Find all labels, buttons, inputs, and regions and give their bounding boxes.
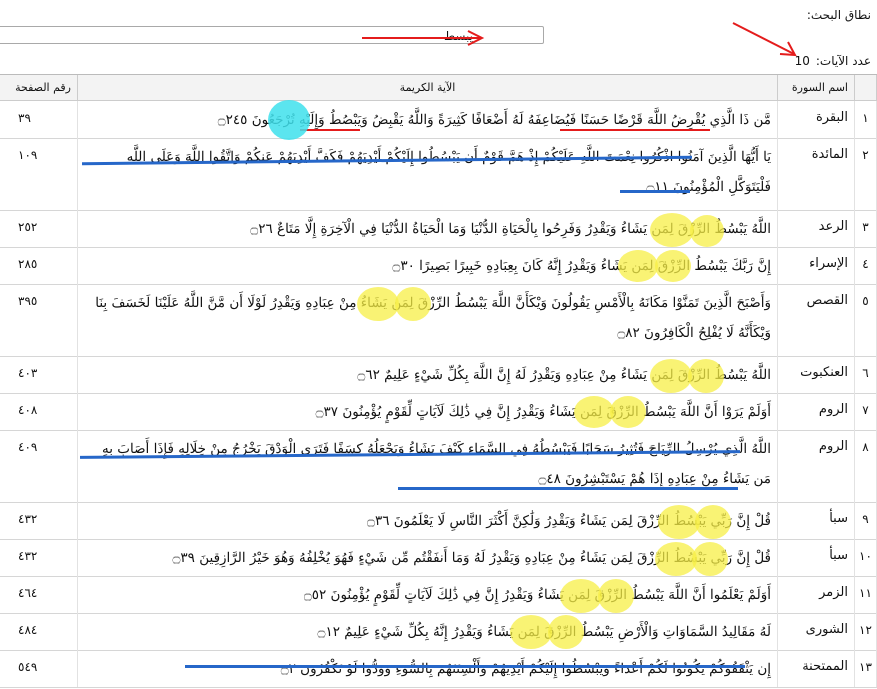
header-page[interactable]: رقم الصفحة [0, 75, 78, 101]
page-number: ٥٤٩ [0, 650, 78, 687]
page-number: ٤٠٨ [0, 393, 78, 430]
verse-text: أَوَلَمْ يَعْلَمُوا أَنَّ اللَّهَ يَبْسُ… [78, 576, 778, 613]
page-number: ٣٩ [0, 101, 78, 138]
sura-name: العنكبوت [778, 356, 855, 393]
row-index: ١ [855, 101, 877, 138]
table-row[interactable]: ١٢ الشورى لَهُ مَقَالِيدُ السَّمَاوَاتِ … [0, 613, 877, 651]
table-row[interactable]: ٥ القصص وَأَصْبَحَ الَّذِينَ تَمَنَّوْا … [0, 284, 877, 357]
verse-text: أَوَلَمْ يَرَوْا أَنَّ اللَّهَ يَبْسُطُ … [78, 393, 778, 430]
sura-name: الرعد [778, 210, 855, 247]
sura-name: الروم [778, 430, 855, 502]
page-number: ٢٥٢ [0, 210, 78, 247]
sura-name: الممتحنة [778, 650, 855, 687]
verse-text: يَا أَيُّهَا الَّذِينَ آمَنُوا اذْكُرُوا… [78, 138, 778, 210]
red-arrow-to-count [732, 22, 797, 57]
table-row[interactable]: ٤ الإسراء إِنَّ رَبَّكَ يَبْسُطُ الرِّزْ… [0, 247, 877, 285]
row-index: ٤ [855, 247, 877, 284]
search-input[interactable]: يبسط [0, 26, 544, 44]
page-number: ٤٠٩ [0, 430, 78, 502]
table-row[interactable]: ١١ الزمر أَوَلَمْ يَعْلَمُوا أَنَّ اللَّ… [0, 576, 877, 614]
table-row[interactable]: ٨ الروم اللَّهُ الَّذِي يُرْسِلُ الرِّيَ… [0, 430, 877, 503]
table-row[interactable]: ١٠ سبأ قُلْ إِنَّ رَبِّي يَبْسُطُ الرِّز… [0, 539, 877, 577]
page-number: ٤٣٢ [0, 539, 78, 576]
verse-count-value: 10 [794, 54, 810, 68]
row-index: ٢ [855, 138, 877, 210]
verse-count: عدد الآيات: 10 [795, 54, 871, 68]
row-index: ١٢ [855, 613, 877, 650]
sura-name: سبأ [778, 539, 855, 576]
verse-text: قُلْ إِنَّ رَبِّي يَبْسُطُ الرِّزْقَ لِم… [78, 539, 778, 576]
verse-text: اللَّهُ يَبْسُطُ الرِّزْقَ لِمَن يَشَاءُ… [78, 356, 778, 393]
table-row[interactable]: ٧ الروم أَوَلَمْ يَرَوْا أَنَّ اللَّهَ ي… [0, 393, 877, 431]
header-verse[interactable]: الآية الكريمة [78, 75, 778, 101]
table-row[interactable]: ١٣ الممتحنة إِن يَثْقَفُوكُمْ يَكُونُوا … [0, 650, 877, 688]
row-index: ٩ [855, 502, 877, 539]
sura-name: الشورى [778, 613, 855, 650]
row-index: ٧ [855, 393, 877, 430]
sura-name: الزمر [778, 576, 855, 613]
search-scope-label: نطاق البحث: [806, 8, 871, 22]
verse-text: مَّن ذَا الَّذِي يُقْرِضُ اللَّهَ قَرْضً… [78, 101, 778, 138]
row-index: ٥ [855, 284, 877, 356]
table-row[interactable]: ٩ سبأ قُلْ إِنَّ رَبِّي يَبْسُطُ الرِّزْ… [0, 502, 877, 540]
sura-name: البقرة [778, 101, 855, 138]
table-row[interactable]: ٦ العنكبوت اللَّهُ يَبْسُطُ الرِّزْقَ لِ… [0, 356, 877, 394]
verse-text: وَأَصْبَحَ الَّذِينَ تَمَنَّوْا مَكَانَه… [78, 284, 778, 356]
header-index[interactable] [855, 75, 877, 101]
sura-name: القصص [778, 284, 855, 356]
verse-text: قُلْ إِنَّ رَبِّي يَبْسُطُ الرِّزْقَ لِم… [78, 502, 778, 539]
page-number: ٣٩٥ [0, 284, 78, 356]
row-index: ١٠ [855, 539, 877, 576]
page-number: ١٠٩ [0, 138, 78, 210]
search-panel: نطاق البحث: يبسط عدد الآيات: 10 [0, 0, 877, 74]
verse-text: إِن يَثْقَفُوكُمْ يَكُونُوا لَكُمْ أَعْد… [78, 650, 778, 687]
row-index: ٦ [855, 356, 877, 393]
row-index: ١١ [855, 576, 877, 613]
sura-name: سبأ [778, 502, 855, 539]
verse-count-label: عدد الآيات: [815, 54, 871, 68]
sura-name: الإسراء [778, 247, 855, 284]
results-table: اسم السورة الآية الكريمة رقم الصفحة ١ ال… [0, 74, 877, 689]
page-number: ٢٨٥ [0, 247, 78, 284]
table-row[interactable]: ٣ الرعد اللَّهُ يَبْسُطُ الرِّزْقَ لِمَن… [0, 210, 877, 248]
page-number: ٤٣٢ [0, 502, 78, 539]
verse-text: اللَّهُ الَّذِي يُرْسِلُ الرِّيَاحَ فَتُ… [78, 430, 778, 502]
page-number: ٤٨٤ [0, 613, 78, 650]
verse-text: اللَّهُ يَبْسُطُ الرِّزْقَ لِمَن يَشَاءُ… [78, 210, 778, 247]
row-index: ١٣ [855, 650, 877, 687]
verse-text: إِنَّ رَبَّكَ يَبْسُطُ الرِّزْقَ لِمَن ي… [78, 247, 778, 284]
row-index: ٣ [855, 210, 877, 247]
sura-name: الروم [778, 393, 855, 430]
page-number: ٤٦٤ [0, 576, 78, 613]
sura-name: المائدة [778, 138, 855, 210]
table-row[interactable]: ٢ المائدة يَا أَيُّهَا الَّذِينَ آمَنُوا… [0, 138, 877, 211]
page-number: ٤٠٣ [0, 356, 78, 393]
verse-text: لَهُ مَقَالِيدُ السَّمَاوَاتِ وَالْأَرْض… [78, 613, 778, 650]
table-row[interactable]: ١ البقرة مَّن ذَا الَّذِي يُقْرِضُ اللَّ… [0, 101, 877, 139]
header-sura[interactable]: اسم السورة [778, 75, 855, 101]
row-index: ٨ [855, 430, 877, 502]
